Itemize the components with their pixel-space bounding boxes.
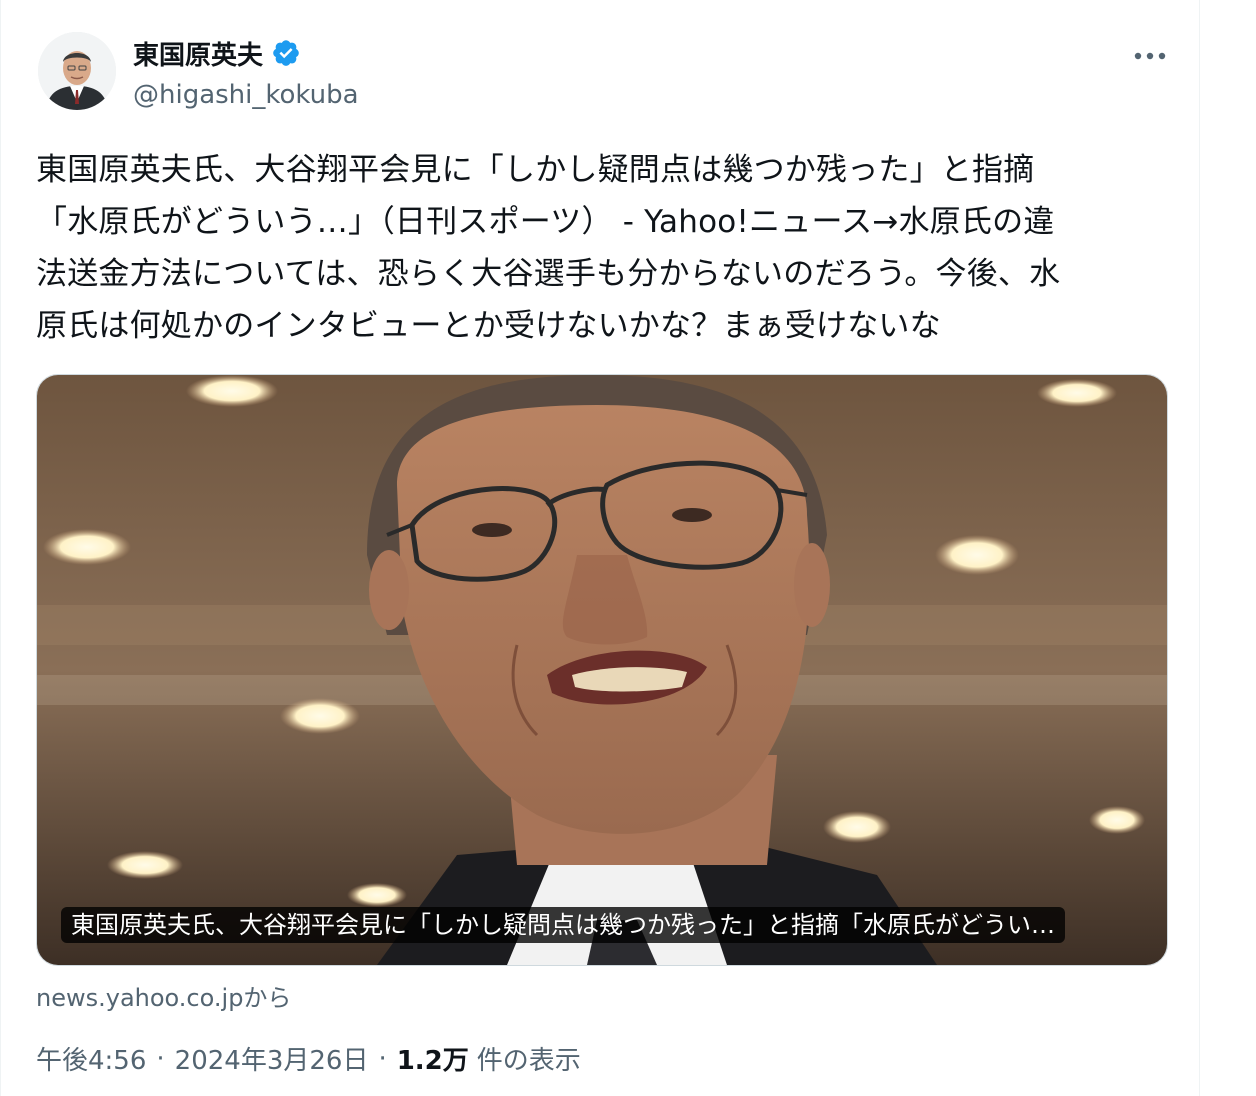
tweet-text: 東国原英夫氏、大谷翔平会見に「しかし疑問点は幾つか残った」と指摘 「水原氏がどう…: [36, 152, 1061, 344]
tweet-meta: 午後4:56 · 2024年3月26日 · 1.2万 件の表示: [36, 1040, 581, 1077]
tweet-time[interactable]: 午後4:56: [36, 1040, 146, 1077]
link-source[interactable]: news.yahoo.co.jpから: [36, 978, 291, 1013]
author-display-name[interactable]: 東国原英夫: [133, 36, 301, 71]
avatar-image: [38, 32, 116, 110]
author-avatar[interactable]: [38, 32, 116, 110]
left-divider: [0, 0, 1, 1096]
more-options-button[interactable]: [1128, 34, 1172, 78]
author-name-text: 東国原英夫: [133, 40, 264, 71]
tweet-date[interactable]: 2024年3月26日: [175, 1040, 369, 1077]
views-label: 件の表示: [476, 1046, 581, 1076]
card-image: [37, 375, 1167, 965]
more-options-icon: [1134, 52, 1166, 60]
author-handle[interactable]: @higashi_kokuba: [133, 80, 359, 110]
views-count: 1.2万: [396, 1046, 469, 1076]
views[interactable]: 1.2万 件の表示: [397, 1040, 581, 1077]
right-divider: [1199, 0, 1200, 1096]
card-title: 東国原英夫氏、大谷翔平会見に「しかし疑問点は幾つか残った」と指摘「水原氏がどうい…: [61, 907, 1065, 943]
link-card[interactable]: 東国原英夫氏、大谷翔平会見に「しかし疑問点は幾つか残った」と指摘「水原氏がどうい…: [36, 374, 1168, 966]
verified-badge-icon[interactable]: [271, 38, 301, 68]
meta-separator: ·: [156, 1043, 165, 1074]
meta-separator: ·: [378, 1043, 387, 1074]
